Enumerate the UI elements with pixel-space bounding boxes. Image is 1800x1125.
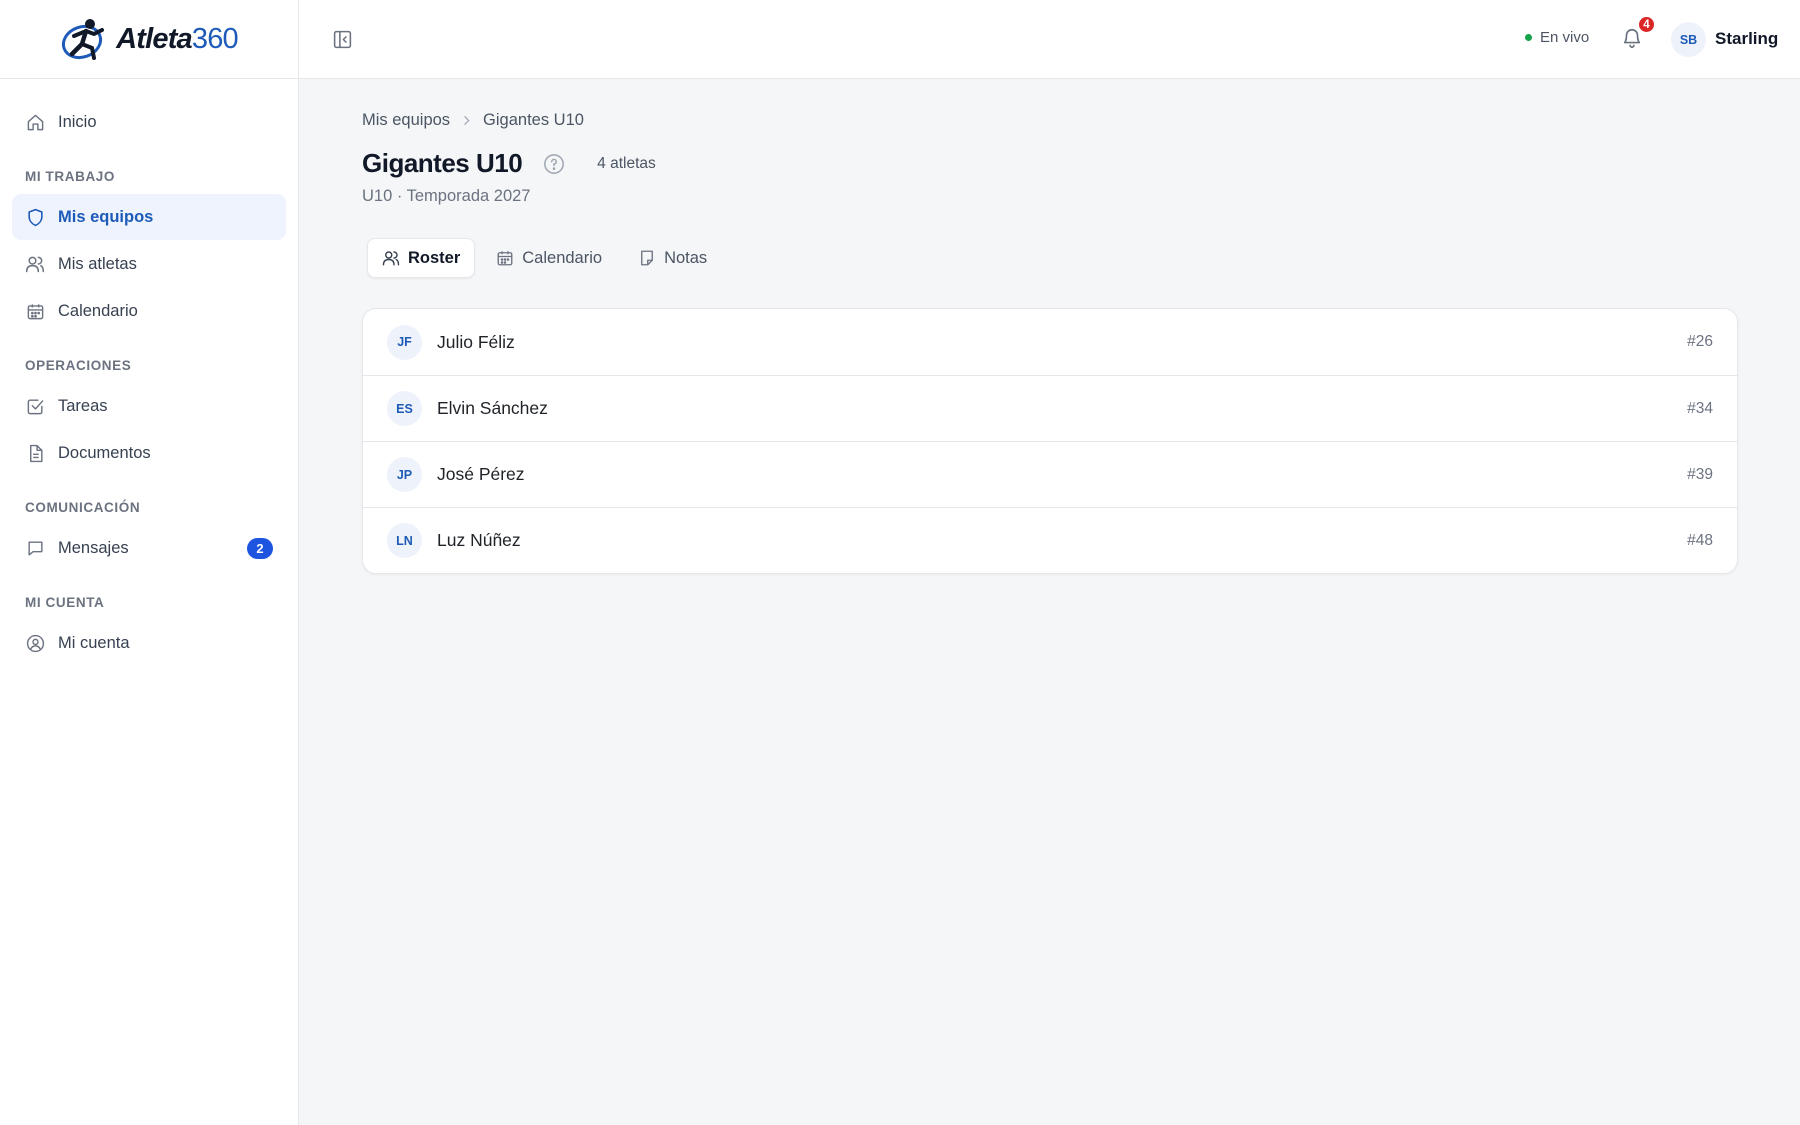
jersey-number: #34 [1687, 399, 1713, 417]
sidebar-item-inicio[interactable]: Inicio [12, 99, 286, 145]
jersey-number: #48 [1687, 531, 1713, 549]
tab-notas[interactable]: Notas [623, 238, 722, 278]
brand-name: Atleta360 [116, 22, 239, 55]
sidebar-item-mensajes[interactable]: Mensajes 2 [12, 525, 286, 571]
nav-section-title: COMUNICACIÓN [25, 500, 141, 515]
athlete-name: José Pérez [437, 464, 525, 484]
sidebar-item-label: Tareas [58, 396, 108, 415]
checkbox-icon [25, 396, 45, 416]
team-subtitle: U10 · Temporada 2027 [362, 187, 531, 205]
sidebar-item-label: Documentos [58, 443, 151, 462]
user-circle-icon [25, 633, 45, 653]
title-row: Gigantes U10 4 atletas [362, 148, 656, 179]
sidebar-item-documentos[interactable]: Documentos [12, 430, 286, 476]
tabs: Roster Calendario Notas [367, 238, 722, 278]
sidebar-item-label: Mensajes [58, 538, 129, 557]
sidebar-item-label: Mis atletas [58, 254, 137, 273]
sidebar-item-mi-cuenta[interactable]: Mi cuenta [12, 620, 286, 666]
jersey-number: #26 [1687, 333, 1713, 350]
sidebar-item-label: Mis equipos [58, 207, 154, 226]
topbar: En vivo 4 SB Starling [299, 0, 1800, 79]
jersey-number: #39 [1687, 465, 1713, 483]
users-icon [25, 254, 45, 274]
athlete-name: Julio Féliz [437, 331, 515, 352]
tab-roster[interactable]: Roster [367, 238, 476, 278]
note-icon [638, 249, 656, 267]
roster-row[interactable]: JF Julio Féliz #26 [363, 309, 1737, 375]
message-icon [25, 538, 45, 558]
users-icon [382, 249, 400, 267]
athlete-logo-icon [62, 19, 105, 60]
athlete-name: Luz Núñez [437, 530, 521, 550]
user-avatar[interactable]: SB [1671, 22, 1706, 57]
sidebar-item-label: Calendario [58, 301, 138, 320]
breadcrumb-link-mis-equipos[interactable]: Mis equipos [362, 111, 450, 130]
calendar-icon [25, 301, 45, 321]
help-icon[interactable] [543, 153, 565, 175]
chevron-right-icon [460, 114, 473, 127]
tab-label: Roster [408, 248, 461, 267]
sidebar-nav: Inicio MI TRABAJO Mis equipos Mis atleta… [0, 79, 298, 687]
logo[interactable]: Atleta360 [0, 0, 298, 79]
athlete-avatar: JP [387, 457, 422, 492]
nav-section-title: MI TRABAJO [25, 169, 115, 184]
roster-row[interactable]: ES Elvin Sánchez #34 [363, 375, 1737, 441]
athlete-avatar: JF [387, 324, 422, 360]
tab-label: Notas [664, 248, 708, 267]
breadcrumb-current: Gigantes U10 [483, 111, 584, 129]
nav-section-title: MI CUENTA [25, 595, 105, 610]
live-dot-icon [1525, 34, 1532, 41]
breadcrumb: Mis equipos Gigantes U10 [362, 111, 584, 130]
home-icon [25, 112, 45, 132]
unread-badge: 2 [247, 538, 273, 559]
live-status-label: En vivo [1540, 29, 1590, 46]
roster-row[interactable]: LN Luz Núñez #48 [363, 507, 1737, 573]
athlete-count: 4 atletas [597, 154, 656, 172]
notification-count-badge: 4 [1637, 15, 1656, 34]
user-name[interactable]: Starling [1715, 29, 1778, 49]
document-icon [25, 443, 45, 463]
roster-list: JF Julio Féliz #26 ES Elvin Sánchez #34 … [362, 308, 1738, 574]
sidebar-toggle-button[interactable] [330, 27, 354, 51]
page-title: Gigantes U10 [362, 148, 523, 178]
shield-icon [25, 207, 45, 227]
sidebar-item-label: Inicio [58, 112, 97, 131]
tab-label: Calendario [522, 248, 603, 267]
sidebar: Atleta360 Inicio MI TRABAJO Mis equipos … [0, 0, 299, 1125]
sidebar-item-label: Mi cuenta [58, 633, 130, 652]
sidebar-item-mis-equipos[interactable]: Mis equipos [12, 194, 286, 240]
tab-calendario[interactable]: Calendario [481, 238, 617, 278]
athlete-name: Elvin Sánchez [437, 398, 548, 418]
athlete-avatar: LN [387, 523, 422, 558]
sidebar-item-tareas[interactable]: Tareas [12, 383, 286, 429]
calendar-icon [496, 249, 514, 267]
nav-section-title: OPERACIONES [25, 358, 132, 373]
athlete-avatar: ES [387, 391, 422, 426]
sidebar-item-mis-atletas[interactable]: Mis atletas [12, 241, 286, 287]
sidebar-item-calendario[interactable]: Calendario [12, 288, 286, 334]
roster-row[interactable]: JP José Pérez #39 [363, 441, 1737, 507]
live-status: En vivo [1525, 29, 1589, 46]
panel-collapse-icon [333, 30, 351, 48]
